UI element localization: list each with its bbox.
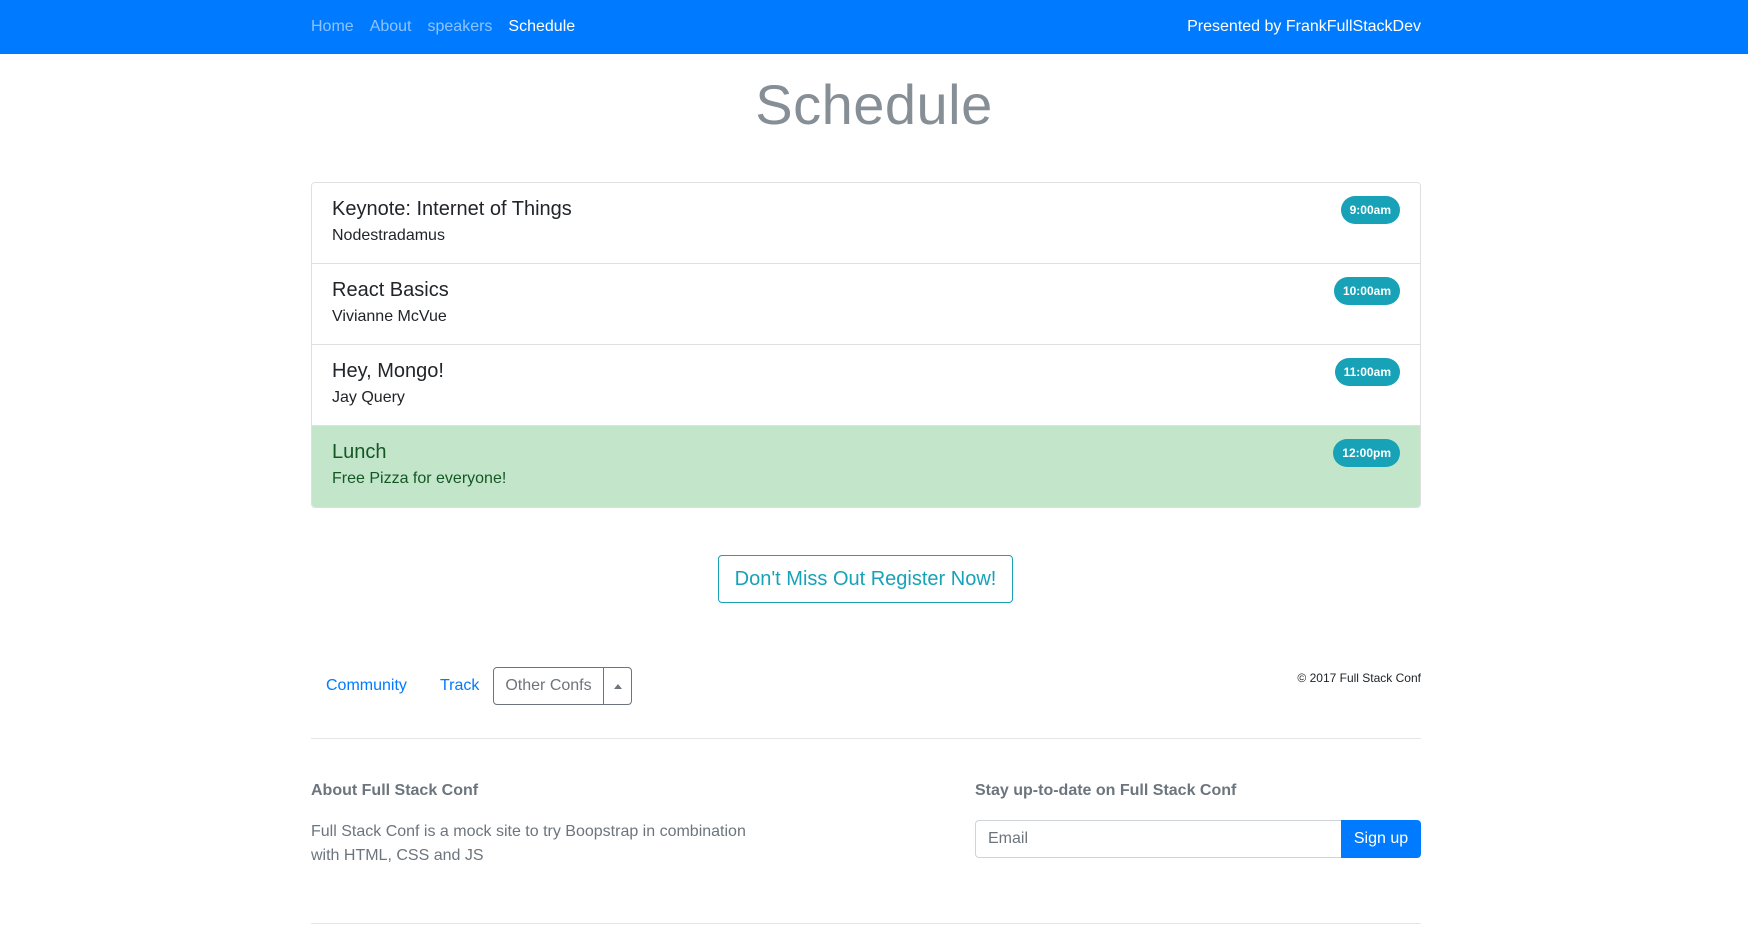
about-text: Full Stack Conf is a mock site to try Bo…	[311, 823, 746, 864]
time-badge: 9:00am	[1340, 196, 1400, 224]
schedule-item-description: Free Pizza for everyone!	[332, 470, 507, 487]
top-navbar: Home About speakers Schedule Presented b…	[0, 0, 1748, 54]
nav-link-speakers[interactable]: speakers	[428, 18, 493, 36]
footer-nav: Community Track Other Confs © 2017 Full …	[311, 667, 1421, 705]
dropdown-toggle-button[interactable]	[604, 668, 631, 704]
nav-link-schedule[interactable]: Schedule	[508, 18, 575, 36]
schedule-list: Keynote: Internet of Things Nodestradamu…	[311, 182, 1421, 508]
schedule-item-lunch[interactable]: Lunch Free Pizza for everyone! 12:00pm	[312, 426, 1420, 507]
copyright-text: © 2017 Full Stack Conf	[1297, 671, 1421, 685]
schedule-item-mongo[interactable]: Hey, Mongo! Jay Query 11:00am	[312, 345, 1420, 426]
schedule-item-title: React Basics	[332, 279, 449, 301]
schedule-item-title: Keynote: Internet of Things	[332, 198, 572, 220]
newsletter-heading: Stay up-to-date on Full Stack Conf	[975, 782, 1237, 799]
schedule-item-react[interactable]: React Basics Vivianne McVue 10:00am	[312, 264, 1420, 345]
schedule-item-speaker: Jay Query	[332, 389, 405, 406]
nav-link-about[interactable]: About	[370, 18, 412, 36]
nav-links: Home About speakers Schedule	[311, 18, 591, 36]
schedule-item-title: Hey, Mongo!	[332, 360, 444, 382]
presented-by-text: Presented by FrankFullStackDev	[1187, 18, 1421, 35]
divider	[311, 923, 1421, 924]
schedule-item-speaker: Nodestradamus	[332, 227, 445, 244]
about-heading: About Full Stack Conf	[311, 782, 479, 799]
caret-up-icon	[613, 683, 622, 689]
schedule-item-speaker: Vivianne McVue	[332, 308, 447, 325]
other-confs-button[interactable]: Other Confs	[494, 668, 604, 704]
footer-link-community[interactable]: Community	[326, 667, 407, 705]
time-badge: 11:00am	[1334, 358, 1400, 386]
footer-link-track[interactable]: Track	[440, 667, 479, 705]
schedule-item-title: Lunch	[332, 441, 387, 463]
schedule-item-keynote[interactable]: Keynote: Internet of Things Nodestradamu…	[312, 183, 1420, 264]
page-title: Schedule	[755, 73, 993, 136]
nav-link-home[interactable]: Home	[311, 18, 354, 36]
divider	[311, 738, 1421, 739]
newsletter-form: Sign up	[975, 820, 1421, 858]
other-confs-dropdown: Other Confs	[493, 667, 632, 705]
time-badge: 12:00pm	[1333, 439, 1400, 467]
email-input[interactable]	[975, 820, 1341, 858]
time-badge: 10:00am	[1333, 277, 1400, 305]
navbar-container: Home About speakers Schedule Presented b…	[311, 0, 1421, 54]
register-button[interactable]: Don't Miss Out Register Now!	[718, 555, 1013, 603]
signup-button[interactable]: Sign up	[1341, 820, 1421, 858]
